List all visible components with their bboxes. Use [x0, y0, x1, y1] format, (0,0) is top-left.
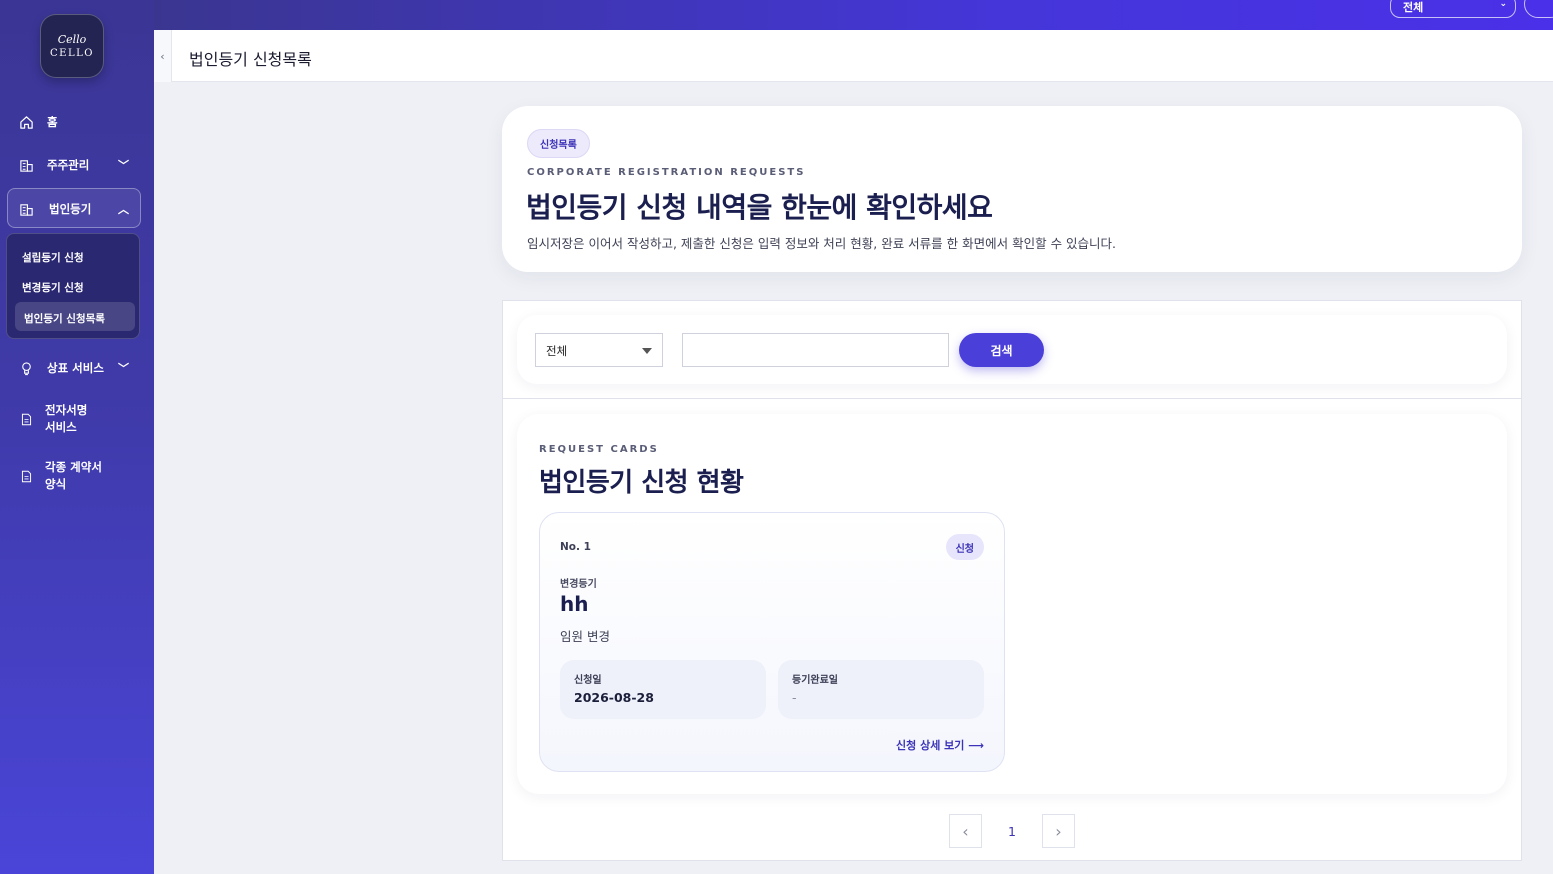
profile-button[interactable]	[1524, 0, 1553, 18]
submenu-item-change[interactable]: 변경등기 신청	[22, 280, 84, 295]
sidebar-item-label: 각종 계약서 양식	[45, 460, 102, 491]
request-card[interactable]: No. 1 신청 변경등기 hh 임원 변경 신청일 2026-08-28 등기…	[539, 512, 1005, 772]
sidebar-item-label: 상표 서비스	[47, 361, 104, 375]
request-number: No. 1	[560, 541, 591, 553]
document-icon	[18, 411, 34, 427]
page-title: 법인등기 신청목록	[189, 50, 312, 69]
logo-wordmark: CELLO	[50, 47, 94, 59]
cello-logo[interactable]: Cello CELLO	[40, 14, 104, 78]
request-type: 변경등기	[560, 579, 597, 590]
request-list-panel: 전체 검색 REQUEST CARDS 법인등기 신청 현황 No. 1 신청 …	[502, 300, 1522, 861]
page-header: ‹ 법인등기 신청목록	[154, 30, 1553, 82]
sidebar-submenu: 설립등기 신청 변경등기 신청 법인등기 신청목록	[6, 233, 140, 339]
caret-down-icon	[642, 348, 652, 354]
status-badge: 신청	[945, 534, 984, 560]
sidebar: Cello CELLO 홈 주주관리 ﹀ 법인등기 ︿ 설립등기 신청 변경등기…	[0, 0, 154, 874]
sidebar-item-label: 주주관리	[47, 158, 90, 172]
divider	[503, 398, 1521, 399]
sidebar-item-label: 홈	[47, 115, 58, 129]
apply-date-label: 신청일	[574, 675, 602, 686]
document-icon	[18, 468, 34, 484]
prev-page-button[interactable]: ‹	[949, 814, 982, 848]
cards-eyebrow: REQUEST CARDS	[539, 444, 659, 455]
sidebar-item-shareholders[interactable]: 주주관리 ﹀	[0, 156, 154, 174]
logo-mark: Cello	[57, 32, 87, 46]
hero-title: 법인등기 신청 내역을 한눈에 확인하세요	[526, 191, 993, 224]
sidebar-item-label: 전자서명 서비스	[45, 403, 88, 434]
completion-date-box: 등기완료일 -	[778, 660, 984, 719]
pagination: ‹ 1 ›	[949, 814, 1075, 848]
submenu-item-establishment[interactable]: 설립등기 신청	[22, 250, 84, 265]
search-button[interactable]: 검색	[959, 333, 1044, 367]
company-select[interactable]: 전체 ⌄	[1390, 0, 1516, 18]
sidebar-item-esign[interactable]: 전자서명 서비스	[0, 402, 154, 436]
request-subtype: 임원 변경	[560, 629, 610, 644]
chevron-down-icon: ⌄	[1499, 0, 1507, 9]
cards-title: 법인등기 신청 현황	[539, 468, 744, 498]
apply-date-value: 2026-08-28	[574, 690, 654, 705]
hero-description: 임시저장은 이어서 작성하고, 제출한 신청은 입력 정보와 처리 현황, 완료…	[527, 236, 1117, 251]
top-bar: 전체 ⌄	[154, 0, 1553, 30]
search-filter-select[interactable]: 전체	[535, 333, 663, 367]
sidebar-item-label: 법인등기	[49, 202, 92, 216]
sidebar-collapse-button[interactable]: ‹	[154, 30, 172, 82]
building-icon	[18, 157, 34, 173]
sidebar-item-contract-forms[interactable]: 각종 계약서 양식	[0, 459, 154, 493]
completion-date-value: -	[792, 690, 797, 705]
chevron-down-icon: ﹀	[118, 362, 129, 375]
sidebar-item-corporate-registration[interactable]: 법인등기 ︿	[0, 200, 154, 218]
submenu-item-request-list[interactable]: 법인등기 신청목록	[24, 311, 105, 326]
completion-date-label: 등기완료일	[792, 675, 838, 686]
hero-card: 신청목록 CORPORATE REGISTRATION REQUESTS 법인등…	[502, 106, 1522, 272]
hero-eyebrow: CORPORATE REGISTRATION REQUESTS	[527, 167, 806, 178]
next-page-button[interactable]: ›	[1042, 814, 1075, 848]
view-detail-link[interactable]: 신청 상세 보기 ⟶	[896, 737, 984, 753]
chevron-down-icon: ﹀	[118, 159, 129, 172]
chevron-up-icon: ︿	[118, 203, 129, 216]
building-icon	[18, 201, 34, 217]
request-company-name: hh	[560, 592, 589, 616]
request-cards-section: REQUEST CARDS 법인등기 신청 현황 No. 1 신청 변경등기 h…	[517, 414, 1507, 794]
search-input[interactable]	[682, 333, 949, 367]
apply-date-box: 신청일 2026-08-28	[560, 660, 766, 719]
search-bar: 전체 검색	[517, 315, 1507, 384]
sidebar-item-trademark[interactable]: 상표 서비스 ﹀	[0, 359, 154, 377]
hero-pill: 신청목록	[527, 129, 590, 158]
lightbulb-icon	[18, 360, 34, 376]
page-number-current[interactable]: 1	[982, 824, 1042, 839]
company-select-value: 전체	[1403, 1, 1424, 14]
home-icon	[18, 114, 34, 130]
sidebar-item-home[interactable]: 홈	[0, 113, 154, 131]
search-filter-value: 전체	[546, 344, 568, 358]
